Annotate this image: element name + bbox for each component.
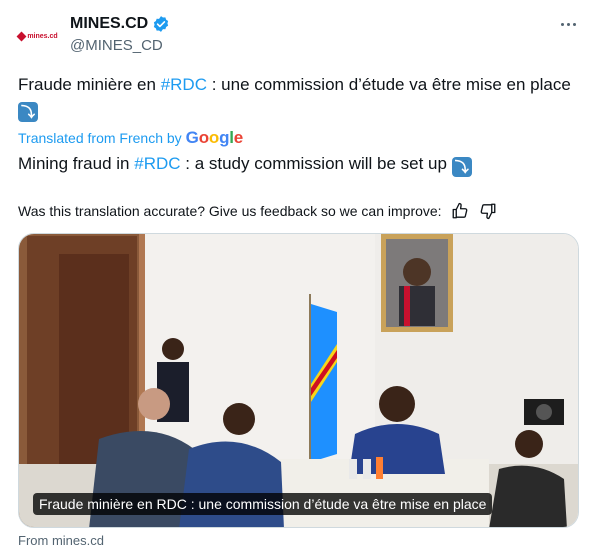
dot-icon <box>566 22 570 26</box>
mines-cd-logo: mines.cd <box>16 31 58 41</box>
translation-label: Translated from French by <box>18 130 182 146</box>
tweet-text-start: Fraude minière en <box>18 75 161 94</box>
card-caption: Fraude minière en RDC : une commission d… <box>33 493 493 515</box>
feedback-prompt: Was this translation accurate? Give us f… <box>18 203 442 219</box>
translation-feedback: Was this translation accurate? Give us f… <box>18 200 498 222</box>
dot-icon <box>572 22 576 26</box>
avatar[interactable]: mines.cd <box>16 16 58 56</box>
thumbs-down-icon[interactable] <box>478 201 498 221</box>
more-options-button[interactable] <box>556 14 580 34</box>
verified-badge-icon <box>152 15 170 33</box>
arrow-down-right-icon: ⤵ <box>18 102 38 122</box>
logo-mark-icon <box>16 31 27 41</box>
tweet-text: Fraude minière en #RDC : une commission … <box>18 73 578 122</box>
tweet-text-end: : une commission d’étude va être mise en… <box>206 75 571 94</box>
translated-text: Mining fraud in #RDC : a study commissio… <box>18 152 578 177</box>
google-logo: Google <box>185 128 244 147</box>
thumbs-up-icon[interactable] <box>450 201 470 221</box>
author-info: MINES.CD @MINES_CD <box>70 13 170 54</box>
card-source[interactable]: From mines.cd <box>18 533 104 548</box>
translated-hashtag-link[interactable]: #RDC <box>134 154 180 173</box>
author-handle[interactable]: @MINES_CD <box>70 37 170 54</box>
meeting-photo <box>19 234 578 527</box>
dot-icon <box>560 22 564 26</box>
hashtag-link[interactable]: #RDC <box>161 75 207 94</box>
author-display-name[interactable]: MINES.CD <box>70 15 148 33</box>
translated-text-end: : a study commission will be set up <box>180 154 447 173</box>
arrow-down-right-icon: ⤵ <box>451 157 472 177</box>
logo-text: mines.cd <box>27 32 58 40</box>
translated-text-start: Mining fraud in <box>18 154 135 173</box>
link-preview-card[interactable]: Fraude minière en RDC : une commission d… <box>18 233 579 528</box>
tweet-header: mines.cd MINES.CD @MINES_CD <box>16 10 580 60</box>
translation-attribution[interactable]: Translated from French by Google <box>18 128 243 148</box>
